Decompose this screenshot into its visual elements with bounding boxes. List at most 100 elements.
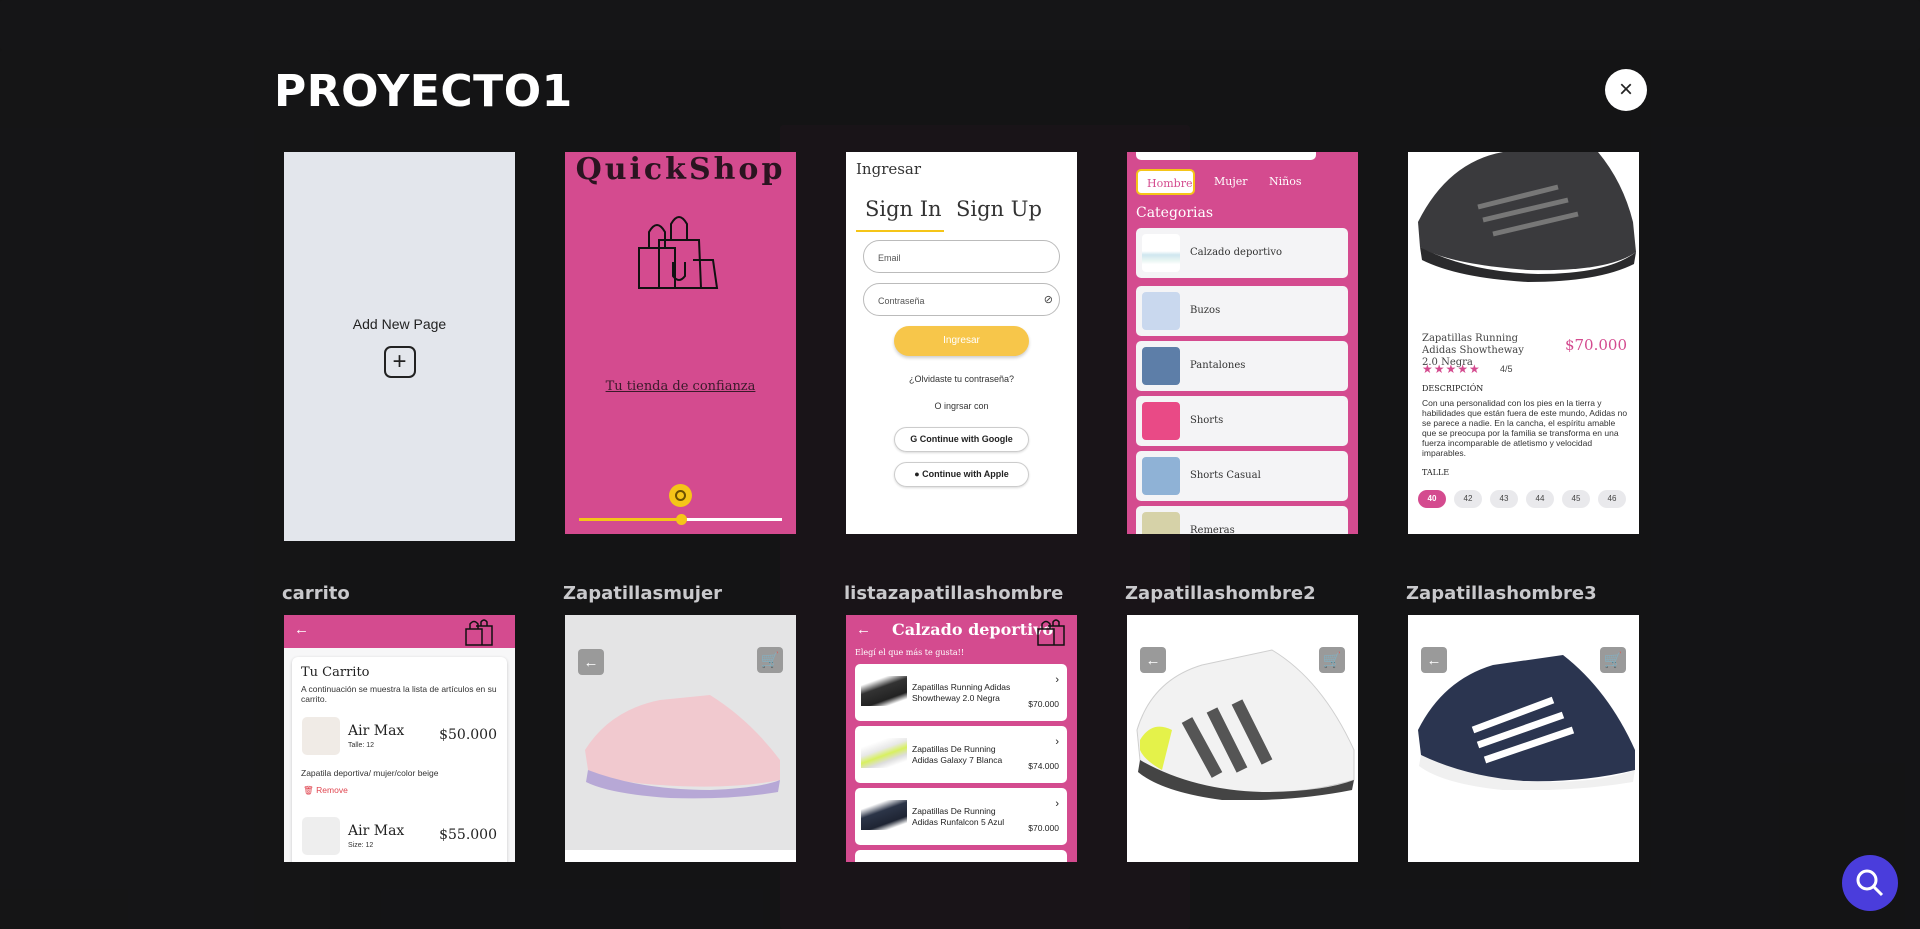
cart-item-price: $55.000 [439, 827, 497, 843]
shoe-image [1418, 152, 1636, 282]
page-thumb-zapatillashombre3[interactable]: ← 🛒 [1408, 615, 1639, 862]
quickshop-slider[interactable] [579, 514, 782, 525]
page-thumb-quickshop[interactable]: QuickShop Tu tienda de confianza [565, 152, 796, 534]
shoe-image [585, 695, 780, 799]
item-thumb [861, 676, 907, 706]
category-thumb [1142, 512, 1180, 534]
tab-sign-up[interactable]: Sign Up [956, 197, 1042, 221]
target-icon [669, 484, 692, 507]
rating-value: 4/5 [1500, 364, 1513, 374]
forgot-password-link[interactable]: ¿Olvidaste tu contraseña? [846, 374, 1077, 384]
pill-ninos[interactable]: Niños [1260, 169, 1310, 195]
shopping-bag-icon [638, 216, 719, 289]
add-new-page-label: Add New Page [352, 315, 447, 332]
back-arrow-icon[interactable]: ← [856, 621, 871, 638]
plus-icon: + [383, 345, 416, 378]
remove-button[interactable]: 🗑 Remove [303, 785, 348, 796]
page-thumb-categories[interactable]: Hombre Mujer Niños Categorias Calzado de… [1127, 152, 1358, 534]
page-thumb-carrito[interactable]: ← Tu Carrito A continuación se muestra l… [284, 615, 515, 862]
slider-fill [579, 518, 681, 521]
back-arrow-icon: ← [1426, 651, 1442, 669]
shopping-bag-icon [1037, 619, 1065, 646]
page-thumb-product-detail[interactable]: Zapatillas Running Adidas Showtheway 2.0… [1408, 152, 1639, 534]
google-icon: G [910, 434, 920, 444]
list-item[interactable]: Zapatillas De Running Adidas Runfalcon 5… [855, 788, 1067, 845]
back-button[interactable]: ← [1140, 647, 1166, 673]
cart-item-desc: Zapatila deportiva/ mujer/color beige [301, 768, 439, 778]
category-row[interactable]: Buzos [1136, 286, 1348, 336]
page-thumb-zapatillasmujer[interactable]: ← 🛒 [565, 615, 796, 862]
categories-heading: Categorias [1136, 205, 1214, 221]
list-item[interactable]: Zapatillas De Running Adidas Galaxy 7 Bl… [855, 726, 1067, 783]
trash-icon: 🗑 [303, 785, 317, 795]
page-label-zapatillashombre3: Zapatillashombre3 [1406, 583, 1597, 604]
cart-button[interactable]: 🛒 [1319, 647, 1345, 673]
cart-icon: 🛒 [1322, 652, 1342, 669]
cart-subtitle: A continuación se muestra la lista de ar… [301, 684, 497, 704]
pages-grid: Add New Page + QuickShop Tu tienda de co… [270, 152, 1650, 862]
shopping-bag-icon [465, 619, 493, 646]
size-option[interactable]: 42 [1454, 490, 1482, 508]
cart-panel: Tu Carrito A continuación se muestra la … [292, 657, 507, 862]
cart-item-thumb [302, 717, 340, 755]
slider-knob[interactable] [675, 514, 687, 525]
cart-button[interactable]: 🛒 [1600, 647, 1626, 673]
app-bar: ← [284, 615, 515, 648]
size-option[interactable]: 45 [1562, 490, 1590, 508]
page-label-carrito: carrito [282, 583, 350, 604]
add-new-page-card[interactable]: Add New Page + [284, 152, 515, 541]
size-option[interactable]: 43 [1490, 490, 1518, 508]
cart-title: Tu Carrito [301, 665, 370, 680]
page-thumb-signin[interactable]: Ingresar Sign In Sign Up Email Contraseñ… [846, 152, 1077, 534]
cart-item-size: Size: 12 [348, 842, 374, 849]
back-arrow-icon[interactable]: ← [294, 621, 309, 638]
product-description: Con una personalidad con los pies en la … [1422, 398, 1628, 458]
cart-button[interactable]: 🛒 [757, 647, 783, 673]
tab-sign-in[interactable]: Sign In [865, 197, 942, 221]
chevron-right-icon: › [1055, 674, 1059, 686]
back-arrow-icon: ← [1145, 651, 1161, 669]
size-option[interactable]: 40 [1418, 490, 1446, 508]
cart-icon: 🛒 [1603, 652, 1623, 669]
signin-header: Ingresar [856, 160, 922, 178]
cart-item-name: Air Max [348, 823, 405, 839]
size-option[interactable]: 44 [1526, 490, 1554, 508]
chevron-right-icon: › [1055, 736, 1059, 748]
tab-underline [856, 230, 944, 232]
page-label-zapatillashombre2: Zapatillashombre2 [1125, 583, 1316, 604]
search-icon [1856, 869, 1884, 897]
category-row[interactable]: Pantalones [1136, 341, 1348, 391]
category-row[interactable]: Shorts Casual [1136, 451, 1348, 501]
category-row[interactable]: Calzado deportivo [1136, 228, 1348, 278]
page-thumb-listazapatillashombre[interactable]: ← Calzado deportivo Elegí el que más te … [846, 615, 1077, 862]
rating-stars: ★★★★★ [1422, 362, 1481, 376]
close-icon: × [1618, 76, 1633, 103]
description-label: DESCRIPCIÓN [1422, 384, 1484, 393]
chevron-right-icon: › [1055, 798, 1059, 810]
search-bar[interactable] [1136, 152, 1316, 160]
product-price: $70.000 [1564, 336, 1627, 354]
back-button[interactable]: ← [1421, 647, 1447, 673]
pill-hombre[interactable]: Hombre [1136, 169, 1195, 195]
size-label: TALLE [1422, 468, 1450, 477]
list-item[interactable]: Zapatillas Running Adidas Showtheway 2.0… [855, 664, 1067, 721]
page-thumb-zapatillashombre2[interactable]: ← 🛒 [1127, 615, 1358, 862]
page-label-zapatillasmujer: Zapatillasmujer [563, 583, 723, 604]
quickshop-title: QuickShop [575, 152, 786, 187]
password-field[interactable]: Contraseña ⊘ [863, 283, 1060, 316]
apple-button[interactable]: ● Continue with Apple [894, 462, 1029, 487]
google-button[interactable]: G Continue with Google [894, 427, 1029, 452]
cart-item-name: Air Max [348, 723, 405, 739]
pill-mujer[interactable]: Mujer [1205, 169, 1255, 195]
item-thumb [861, 738, 907, 768]
list-item[interactable] [855, 850, 1067, 862]
eye-off-icon[interactable]: ⊘ [1044, 293, 1053, 306]
search-fab[interactable] [1842, 855, 1898, 911]
category-row[interactable]: Shorts [1136, 396, 1348, 446]
login-button[interactable]: Ingresar [894, 326, 1029, 356]
back-button[interactable]: ← [578, 649, 604, 675]
close-button[interactable]: × [1605, 69, 1647, 111]
category-row[interactable]: Remeras [1136, 506, 1348, 534]
email-field[interactable]: Email [863, 240, 1060, 273]
size-option[interactable]: 46 [1598, 490, 1626, 508]
